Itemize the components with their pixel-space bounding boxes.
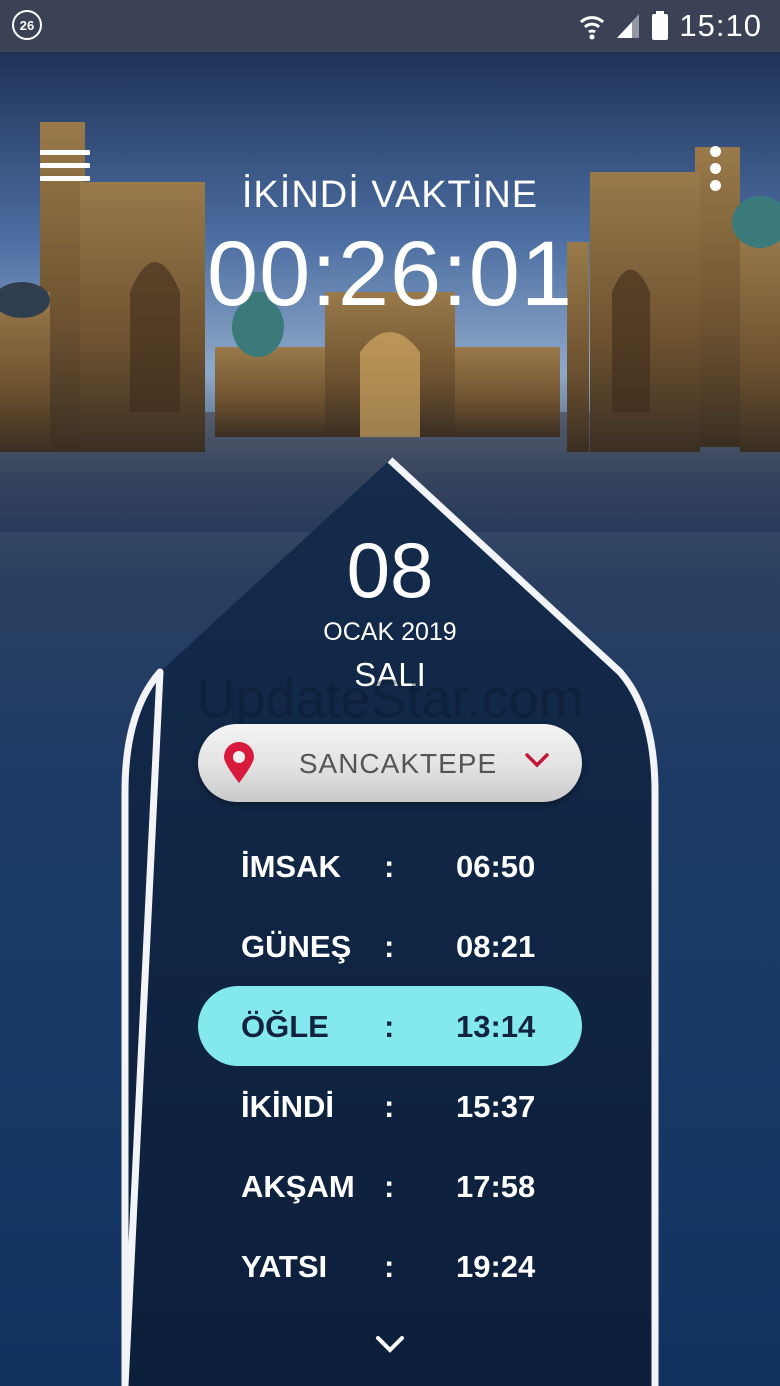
prayer-time: 06:50	[456, 849, 536, 884]
prayer-time: 08:21	[456, 929, 536, 964]
prayer-row-imsak: İMSAK : 06:50	[198, 826, 582, 906]
prayer-name: İMSAK	[241, 849, 341, 884]
watermark: UpdateStar.com	[196, 669, 584, 729]
prayer-row-gunes: GÜNEŞ : 08:21	[198, 906, 582, 986]
prayer-separator: :	[384, 1249, 395, 1284]
more-vert-icon	[709, 146, 721, 157]
prayer-separator: :	[384, 929, 395, 964]
date-day: 08	[346, 526, 434, 614]
prayer-row-ogle-active: ÖĞLE : 13:14	[198, 986, 582, 1066]
date-month-year: OCAK 2019	[323, 618, 457, 646]
location-selector[interactable]: SANCAKTEPE	[198, 724, 582, 802]
expand-chevron-down-icon[interactable]	[374, 1334, 406, 1356]
prayer-name: ÖĞLE	[241, 1009, 329, 1044]
prayer-name: YATSI	[241, 1249, 328, 1284]
prayer-row-aksam: AKŞAM : 17:58	[198, 1146, 582, 1226]
prayer-row-ikindi: İKİNDİ : 15:37	[198, 1066, 582, 1146]
prayer-times-list: İMSAK : 06:50 GÜNEŞ : 08:21 ÖĞLE : 13:14…	[198, 826, 582, 1306]
prayer-separator: :	[384, 849, 395, 884]
status-icons: 15:10	[579, 8, 762, 44]
prayer-row-yatsi: YATSI : 19:24	[198, 1226, 582, 1306]
countdown-timer: 00:26:01	[206, 223, 574, 325]
prayer-time: 15:37	[456, 1089, 536, 1124]
signal-icon	[617, 14, 640, 38]
prayer-separator: :	[384, 1169, 395, 1204]
chevron-down-icon	[525, 753, 549, 768]
prayer-separator: :	[384, 1009, 395, 1044]
prayer-name: AKŞAM	[241, 1169, 355, 1204]
app-notification-icon: 26	[12, 10, 42, 40]
notification-badge-label: 26	[19, 17, 35, 33]
battery-icon	[652, 11, 669, 40]
prayer-name: İKİNDİ	[241, 1089, 334, 1124]
menu-icon	[40, 150, 90, 155]
prayer-time: 13:14	[456, 1009, 536, 1044]
prayer-separator: :	[384, 1089, 395, 1124]
prayer-time: 19:24	[456, 1249, 536, 1284]
prayer-name: GÜNEŞ	[241, 929, 352, 964]
countdown-label: İKİNDİ VAKTİNE	[241, 174, 539, 216]
status-time: 15:10	[679, 8, 762, 43]
status-bar: 26 15:10	[0, 0, 780, 52]
prayer-time: 17:58	[456, 1169, 536, 1204]
wifi-icon	[580, 16, 605, 40]
